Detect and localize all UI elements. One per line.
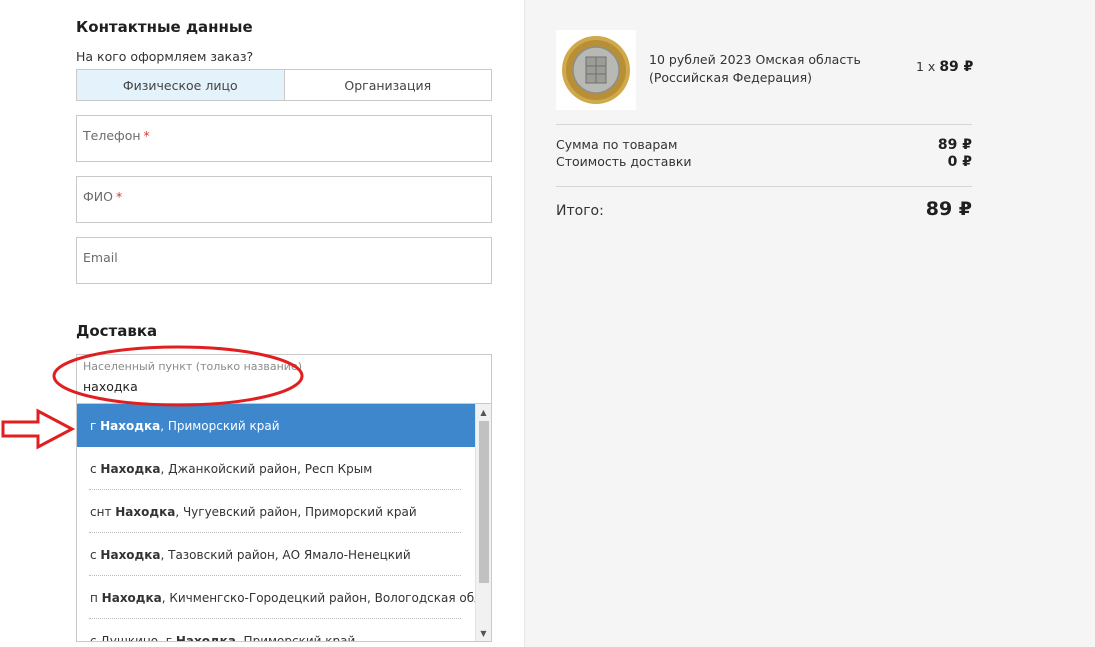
suggestion-item[interactable]: г Находка, Приморский край [77,404,475,447]
phone-label: Телефон * [83,128,150,143]
city-suggestions-dropdown: г Находка, Приморский край с Находка, Дж… [76,403,492,642]
shipping-value: 0 ₽ [947,154,972,170]
suggestion-rest: , Чугуевский район, Приморский край [175,504,417,519]
suggestion-prefix: с Душкино, г [90,633,176,642]
email-field[interactable]: Email [76,237,492,284]
tab-organization[interactable]: Организация [283,70,492,100]
suggestion-match: Находка [115,504,176,519]
suggestion-prefix: снт [90,504,116,519]
shipping-label: Стоимость доставки [556,154,692,169]
full-name-label: ФИО * [83,189,122,204]
suggestion-rest: , Приморский край [160,418,280,433]
product-image[interactable] [556,30,636,110]
city-input[interactable]: Населенный пункт (только название) наход… [76,354,492,404]
suggestion-match: Находка [101,590,162,605]
suggestion-item[interactable]: снт Находка, Чугуевский район, Приморски… [77,490,475,533]
suggestion-rest: , Приморский край [235,633,356,642]
phone-label-text: Телефон [83,128,141,143]
city-value[interactable]: находка [83,379,138,394]
product-price: 89 ₽ [939,59,974,75]
contacts-title: Контактные данные [76,18,253,36]
suggestion-prefix: с [90,547,101,562]
checkout-form: Контактные данные На кого оформляем зака… [0,0,524,647]
suggestion-item[interactable]: с Находка, Тазовский район, АО Ямало-Нен… [77,533,475,576]
summary-divider [556,124,972,125]
full-name-field[interactable]: ФИО * [76,176,492,223]
subtotal-row: Сумма по товарам 89 ₽ [556,137,972,153]
required-mark: * [143,128,150,143]
suggestion-match: Находка [100,547,161,562]
suggestion-prefix: с [90,461,101,476]
full-name-label-text: ФИО [83,189,113,204]
suggestion-rest: , Джанкойский район, Респ Крым [160,461,373,476]
summary-divider [556,186,972,187]
scroll-up-icon[interactable]: ▲ [476,405,491,419]
delivery-title: Доставка [76,322,158,340]
required-mark: * [115,189,123,204]
suggestion-match: Находка [100,418,161,433]
scroll-down-icon[interactable]: ▼ [476,626,491,640]
product-quantity: 1 х [916,59,936,74]
product-name[interactable]: 10 рублей 2023 Омская область (Российска… [649,51,889,87]
product-quantity-price: 1 х 89 ₽ [916,59,973,75]
suggestion-item[interactable]: с Душкино, г Находка, Приморский край [77,619,475,642]
subtotal-value: 89 ₽ [937,137,972,153]
suggestion-match: Находка [175,633,236,642]
total-row: Итого: 89 ₽ [556,198,972,220]
customer-type-switch: Физическое лицо Организация [76,69,492,101]
total-label: Итого: [556,203,604,219]
coin-icon [562,36,630,104]
suggestion-prefix: п [90,590,102,605]
phone-field[interactable]: Телефон * [76,115,492,162]
dropdown-scrollbar[interactable]: ▲ ▼ [475,404,491,641]
suggestions-list: г Находка, Приморский край с Находка, Дж… [77,404,486,642]
suggestion-rest: , Тазовский район, АО Ямало-Ненецкий [160,547,411,562]
scrollbar-thumb[interactable] [479,421,489,583]
suggestion-prefix: г [90,418,101,433]
suggestion-item[interactable]: п Находка, Кичменгско-Городецкий район, … [77,576,486,619]
suggestion-match: Находка [100,461,161,476]
suggestion-item[interactable]: с Находка, Джанкойский район, Респ Крым [77,447,475,490]
annotation-arrow-icon [1,408,76,450]
subtotal-label: Сумма по товарам [556,137,678,152]
tab-individual[interactable]: Физическое лицо [77,70,284,100]
shipping-row: Стоимость доставки 0 ₽ [556,154,972,170]
city-label: Населенный пункт (только название) [83,360,303,373]
suggestion-rest: , Кичменгско-Городецкий район, Вологодск… [161,590,486,605]
checkout-page: Контактные данные На кого оформляем зака… [0,0,1095,647]
total-value: 89 ₽ [925,198,972,220]
email-label: Email [83,250,118,265]
customer-type-question: На кого оформляем заказ? [76,49,254,64]
